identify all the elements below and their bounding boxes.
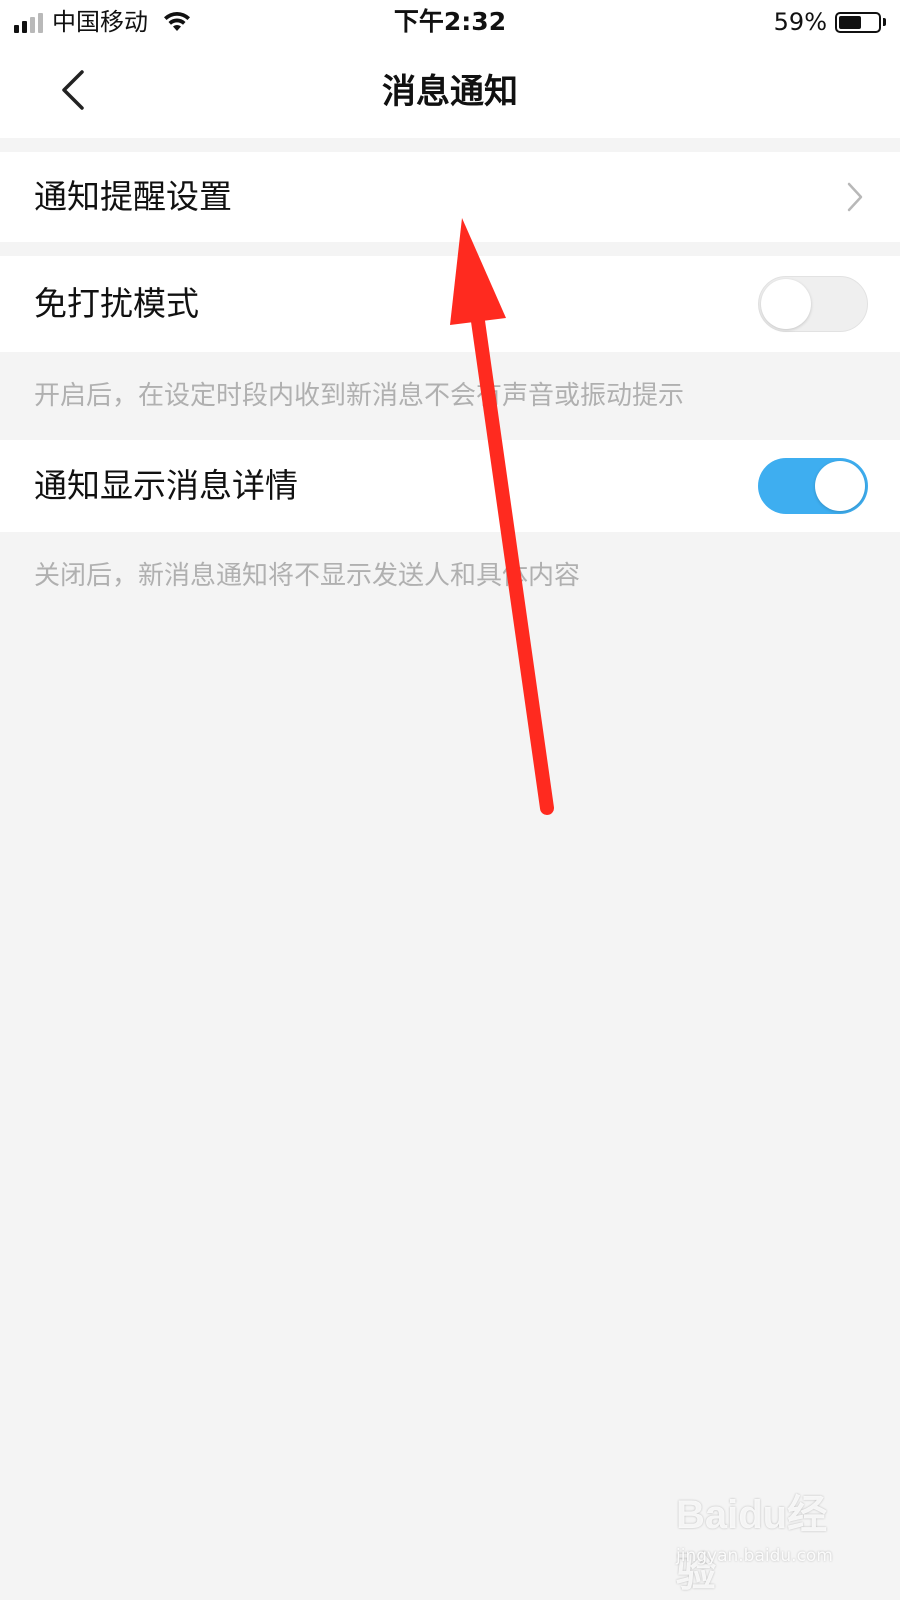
watermark: Baidu经验 jingyan.baidu.com: [676, 1472, 866, 1595]
show-details-hint: 关闭后，新消息通知将不显示发送人和具体内容: [34, 561, 581, 591]
battery-level: [839, 15, 861, 29]
battery-percent: 59%: [773, 8, 827, 36]
show-details-label: 通知显示消息详情: [34, 466, 298, 505]
toggle-knob: [815, 461, 865, 511]
status-bar: 中国移动 下午2:32 59%: [0, 0, 900, 46]
nav-bar: 消息通知: [0, 46, 900, 138]
battery-icon: [835, 11, 881, 33]
do-not-disturb-hint: 开启后，在设定时段内收到新消息不会有声音或振动提示: [34, 381, 685, 411]
toggle-knob: [761, 279, 811, 329]
status-time: 下午2:32: [393, 7, 507, 36]
settings-row-do-not-disturb: 免打扰模式: [0, 256, 900, 352]
watermark-url: jingyan.baidu.com: [676, 1546, 833, 1566]
settings-row-show-details: 通知显示消息详情: [0, 440, 900, 532]
notify-reminder-label: 通知提醒设置: [34, 177, 232, 216]
battery-tip: [883, 18, 886, 26]
do-not-disturb-label: 免打扰模式: [34, 284, 199, 323]
do-not-disturb-toggle[interactable]: [758, 276, 868, 332]
chevron-right-icon: [847, 182, 863, 212]
show-details-toggle[interactable]: [758, 458, 868, 514]
status-right: 59%: [774, 6, 886, 38]
watermark-logo: Baidu经验: [676, 1493, 828, 1595]
page-title: 消息通知: [382, 72, 518, 112]
settings-row-notify-reminder[interactable]: 通知提醒设置: [0, 152, 900, 242]
